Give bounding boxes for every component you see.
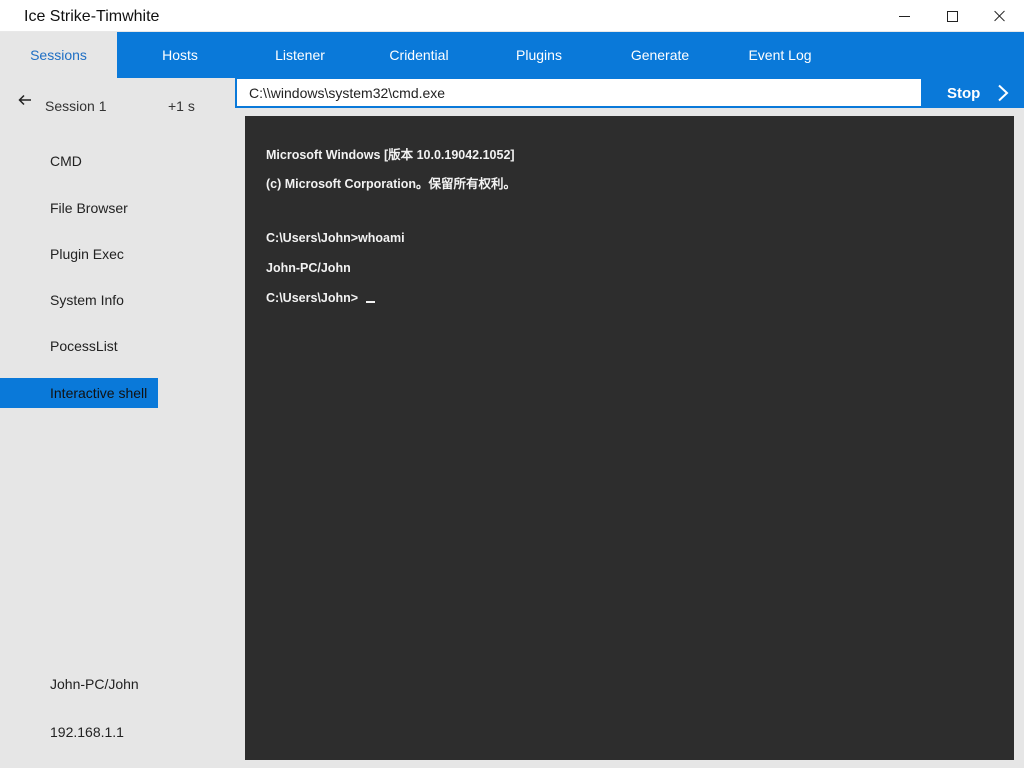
title-bar: Ice Strike-Timwhite bbox=[0, 0, 1024, 32]
window-title: Ice Strike-Timwhite bbox=[24, 8, 160, 25]
session-name: Session 1 bbox=[45, 98, 107, 114]
tab-listener[interactable]: Listener bbox=[260, 32, 340, 78]
host-ip: 192.168.1.1 bbox=[50, 724, 124, 740]
sidebar-item-interactive-shell[interactable]: Interactive shell bbox=[0, 378, 158, 408]
minimize-button[interactable] bbox=[880, 0, 928, 32]
shell-path-input[interactable] bbox=[237, 79, 921, 106]
sidebar-item-plugin-exec[interactable]: Plugin Exec bbox=[0, 239, 158, 269]
terminal-prompt: C:\Users\John> bbox=[266, 291, 375, 305]
terminal-container: Microsoft Windows [版本 10.0.19042.1052] (… bbox=[235, 108, 1024, 768]
main-nav: Sessions Hosts Listener Cridential Plugi… bbox=[0, 32, 1024, 78]
terminal-line: Microsoft Windows [版本 10.0.19042.1052] bbox=[266, 148, 515, 162]
sidebar-item-file-browser[interactable]: File Browser bbox=[0, 193, 158, 223]
back-arrow-icon[interactable] bbox=[18, 93, 32, 107]
maximize-icon bbox=[946, 10, 958, 22]
sidebar-item-system-info[interactable]: System Info bbox=[0, 285, 158, 315]
tab-event-log[interactable]: Event Log bbox=[735, 32, 825, 78]
close-button[interactable] bbox=[976, 0, 1024, 32]
terminal-line: (c) Microsoft Corporation。保留所有权利。 bbox=[266, 177, 516, 191]
tab-hosts[interactable]: Hosts bbox=[140, 32, 220, 78]
session-last-seen: +1 s bbox=[168, 98, 195, 114]
chevron-right-icon[interactable] bbox=[995, 84, 1011, 102]
shell-toolbar: Stop bbox=[235, 78, 1024, 108]
close-icon bbox=[993, 9, 1007, 23]
tab-plugins[interactable]: Plugins bbox=[499, 32, 579, 78]
minimize-icon bbox=[898, 15, 910, 17]
session-sidebar: Session 1 +1 s CMD File Browser Plugin E… bbox=[0, 78, 235, 768]
prompt-text: C:\Users\John> bbox=[266, 291, 362, 305]
maximize-button[interactable] bbox=[928, 0, 976, 32]
sidebar-item-cmd[interactable]: CMD bbox=[0, 146, 158, 176]
terminal-output[interactable]: Microsoft Windows [版本 10.0.19042.1052] (… bbox=[245, 116, 1014, 760]
session-header: Session 1 +1 s bbox=[0, 78, 235, 133]
sidebar-item-process-list[interactable]: PocessList bbox=[0, 331, 158, 361]
tab-cridential[interactable]: Cridential bbox=[374, 32, 464, 78]
terminal-line: John-PC/John bbox=[266, 261, 351, 275]
tab-sessions[interactable]: Sessions bbox=[0, 32, 117, 78]
host-user: John-PC/John bbox=[50, 676, 139, 692]
terminal-line: C:\Users\John>whoami bbox=[266, 231, 405, 245]
stop-button[interactable]: Stop bbox=[947, 85, 980, 102]
text-cursor bbox=[365, 301, 375, 303]
tab-generate[interactable]: Generate bbox=[620, 32, 700, 78]
